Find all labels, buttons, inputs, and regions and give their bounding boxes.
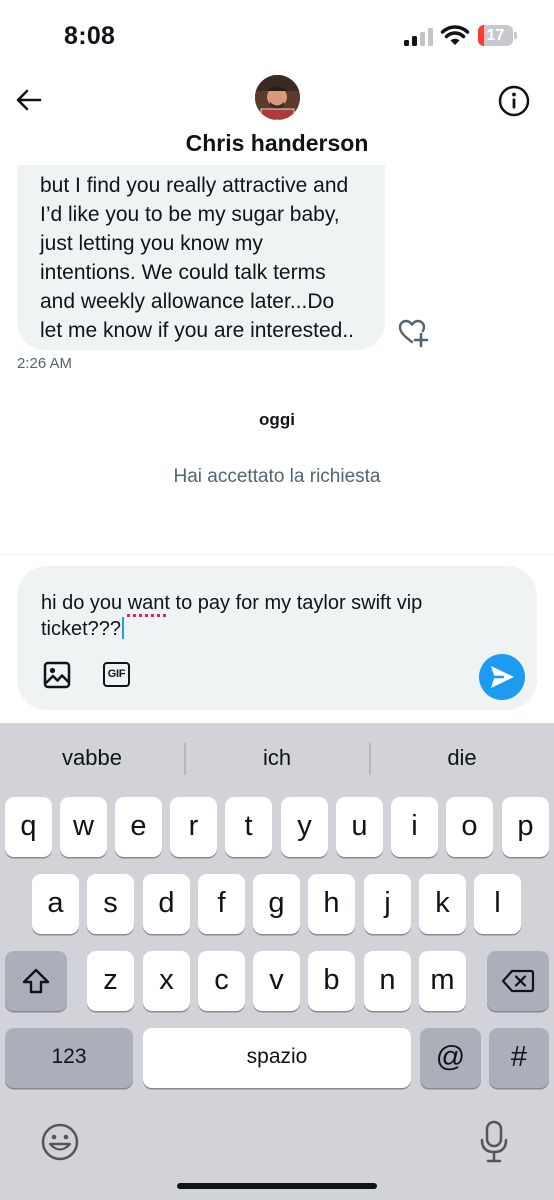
key-o[interactable]: o: [446, 797, 493, 857]
key-c[interactable]: c: [198, 951, 245, 1011]
status-bar: 8:08 17: [0, 0, 554, 70]
at-key[interactable]: @: [420, 1028, 481, 1088]
message-composer: hi do you want to pay for my taylor swif…: [17, 566, 537, 710]
add-reaction-icon[interactable]: [398, 318, 430, 348]
send-button[interactable]: [479, 654, 525, 700]
composer-divider: [0, 554, 554, 555]
send-icon: [491, 666, 514, 688]
hash-key[interactable]: #: [489, 1028, 549, 1088]
shift-icon: [22, 968, 50, 994]
wifi-icon: [440, 25, 470, 45]
key-j[interactable]: j: [364, 874, 411, 934]
message-input[interactable]: hi do you want to pay for my taylor swif…: [41, 590, 481, 642]
conversation-header: Chris handerson: [0, 70, 554, 170]
input-text-start: hi do you: [41, 592, 128, 614]
backspace-key[interactable]: [487, 951, 549, 1011]
microphone-icon[interactable]: [479, 1120, 509, 1164]
key-y[interactable]: y: [281, 797, 328, 857]
key-k[interactable]: k: [419, 874, 466, 934]
key-h[interactable]: h: [308, 874, 355, 934]
space-key[interactable]: spazio: [143, 1028, 411, 1088]
gif-button[interactable]: GIF: [103, 662, 130, 687]
battery-indicator: 17: [478, 25, 518, 46]
key-e[interactable]: e: [115, 797, 162, 857]
emoji-icon[interactable]: [40, 1122, 80, 1162]
key-r[interactable]: r: [170, 797, 217, 857]
battery-level: 17: [486, 27, 505, 44]
message-timestamp: 2:26 AM: [17, 355, 73, 372]
key-g[interactable]: g: [253, 874, 300, 934]
status-time: 8:08: [64, 22, 116, 50]
request-accepted-notice: Hai accettato la richiesta: [173, 466, 381, 487]
numbers-key[interactable]: 123: [5, 1028, 133, 1088]
suggestion-bar: vabbe ich die: [0, 723, 554, 795]
key-m[interactable]: m: [419, 951, 466, 1011]
day-separator: oggi: [259, 410, 295, 429]
key-b[interactable]: b: [308, 951, 355, 1011]
backspace-icon: [501, 969, 535, 993]
suggestion-3[interactable]: die: [370, 745, 554, 771]
key-u[interactable]: u: [336, 797, 383, 857]
keyboard: vabbe ich die q w e r t y u i o p a s d …: [0, 723, 554, 1200]
info-circle-icon[interactable]: [497, 84, 531, 118]
arrow-left-icon[interactable]: [14, 85, 44, 115]
text-cursor: [122, 617, 125, 639]
suggestion-1[interactable]: vabbe: [0, 745, 184, 771]
key-d[interactable]: d: [143, 874, 190, 934]
image-icon[interactable]: [43, 661, 71, 689]
received-message-bubble[interactable]: but I find you really attractive and I’d…: [17, 165, 385, 350]
misspelled-word[interactable]: want: [128, 592, 170, 614]
key-a[interactable]: a: [32, 874, 79, 934]
key-z[interactable]: z: [87, 951, 134, 1011]
key-l[interactable]: l: [474, 874, 521, 934]
key-i[interactable]: i: [391, 797, 438, 857]
key-f[interactable]: f: [198, 874, 245, 934]
key-x[interactable]: x: [143, 951, 190, 1011]
key-w[interactable]: w: [60, 797, 107, 857]
suggestion-2[interactable]: ich: [185, 745, 369, 771]
key-v[interactable]: v: [253, 951, 300, 1011]
message-text: but I find you really attractive and I’d…: [40, 174, 354, 342]
cellular-signal-icon: [404, 28, 433, 46]
home-indicator: [177, 1183, 377, 1189]
shift-key[interactable]: [5, 951, 67, 1011]
key-q[interactable]: q: [5, 797, 52, 857]
avatar[interactable]: [255, 75, 300, 120]
key-t[interactable]: t: [225, 797, 272, 857]
key-n[interactable]: n: [364, 951, 411, 1011]
contact-name[interactable]: Chris handerson: [0, 130, 554, 157]
key-s[interactable]: s: [87, 874, 134, 934]
key-p[interactable]: p: [502, 797, 549, 857]
